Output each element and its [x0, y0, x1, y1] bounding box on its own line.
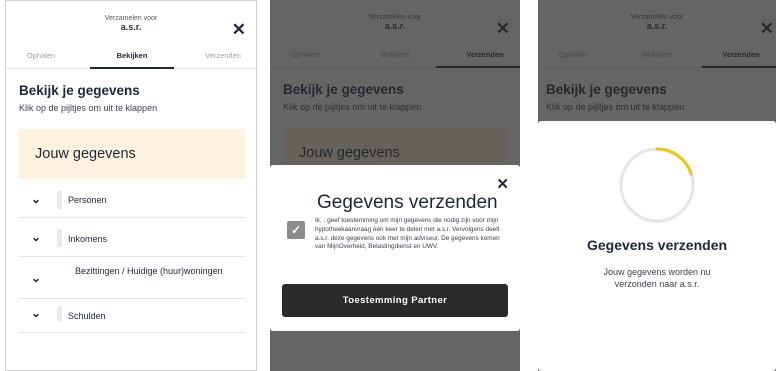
avatar-placeholder	[57, 191, 62, 209]
screen-verzenden-consent: Verzamelen voor a.s.r. ✕ Ophalen Bekijke…	[270, 0, 520, 371]
sending-subtitle: Jouw gegevens worden nu verzonden naar a…	[603, 267, 711, 289]
screen-verzenden-loading: Verzamelen voor a.s.r. ✕ Ophalen Bekijke…	[538, 0, 776, 371]
section-jouw-gegevens: Jouw gegevens	[19, 129, 245, 179]
checkbox-checked-icon[interactable]: ✓	[287, 221, 305, 239]
header-brand: a.s.r.	[120, 22, 142, 32]
page-title: Bekijk je gegevens	[19, 83, 140, 98]
avatar-placeholder	[57, 306, 62, 322]
tab-bar: Ophalen Bekijken Verzenden	[6, 47, 256, 69]
accordion-row-inkomens[interactable]: ⌄ Inkomens	[19, 219, 245, 257]
tab-verzenden[interactable]: Verzenden	[188, 51, 256, 60]
sending-title: Gegevens verzenden	[586, 237, 728, 253]
close-icon[interactable]: ✕	[232, 21, 246, 38]
consent-text: Ik, , geef toestemming om mijn gegevens …	[315, 217, 500, 251]
screen-bekijken: Verzamelen voor a.s.r. ✕ Ophalen Bekijke…	[5, 0, 257, 371]
chevron-down-icon[interactable]: ⌄	[31, 271, 41, 285]
toestemming-partner-button[interactable]: Toestemming Partner	[282, 284, 508, 317]
accordion-row-bezittingen[interactable]: ⌄ Bezittingen / Huidige (huur)woningen	[19, 258, 245, 299]
consent-modal: ✕ Gegevens verzenden ✓ Ik, , geef toeste…	[270, 165, 520, 331]
row-label: Bezittingen / Huidige (huur)woningen	[75, 266, 223, 276]
chevron-down-icon[interactable]: ⌄	[31, 192, 41, 206]
row-label: Personen	[68, 195, 107, 205]
close-icon[interactable]: ✕	[496, 175, 509, 193]
section-title: Jouw gegevens	[35, 146, 136, 162]
accordion-row-personen[interactable]: ⌄ Personen	[19, 183, 245, 218]
chevron-down-icon[interactable]: ⌄	[31, 306, 41, 320]
page-subtitle: Klik op de pijltjes om uit te klappen	[19, 103, 158, 113]
modal-title: Gegevens verzenden	[317, 192, 498, 213]
tab-ophalen[interactable]: Ophalen	[6, 51, 76, 60]
header: Verzamelen voor a.s.r. ✕ Ophalen Bekijke…	[6, 1, 256, 69]
tab-bekijken[interactable]: Bekijken	[97, 51, 167, 60]
active-tab-indicator	[90, 67, 174, 69]
row-label: Inkomens	[68, 234, 108, 244]
chevron-down-icon[interactable]: ⌄	[31, 230, 41, 244]
avatar-placeholder	[57, 229, 62, 247]
loading-spinner-icon	[619, 147, 695, 223]
header-title: Verzamelen voor a.s.r.	[6, 14, 256, 32]
row-label: Schulden	[68, 311, 106, 321]
accordion-row-schulden[interactable]: ⌄ Schulden	[19, 300, 245, 333]
sending-sheet: Gegevens verzenden Jouw gegevens worden …	[538, 121, 776, 371]
